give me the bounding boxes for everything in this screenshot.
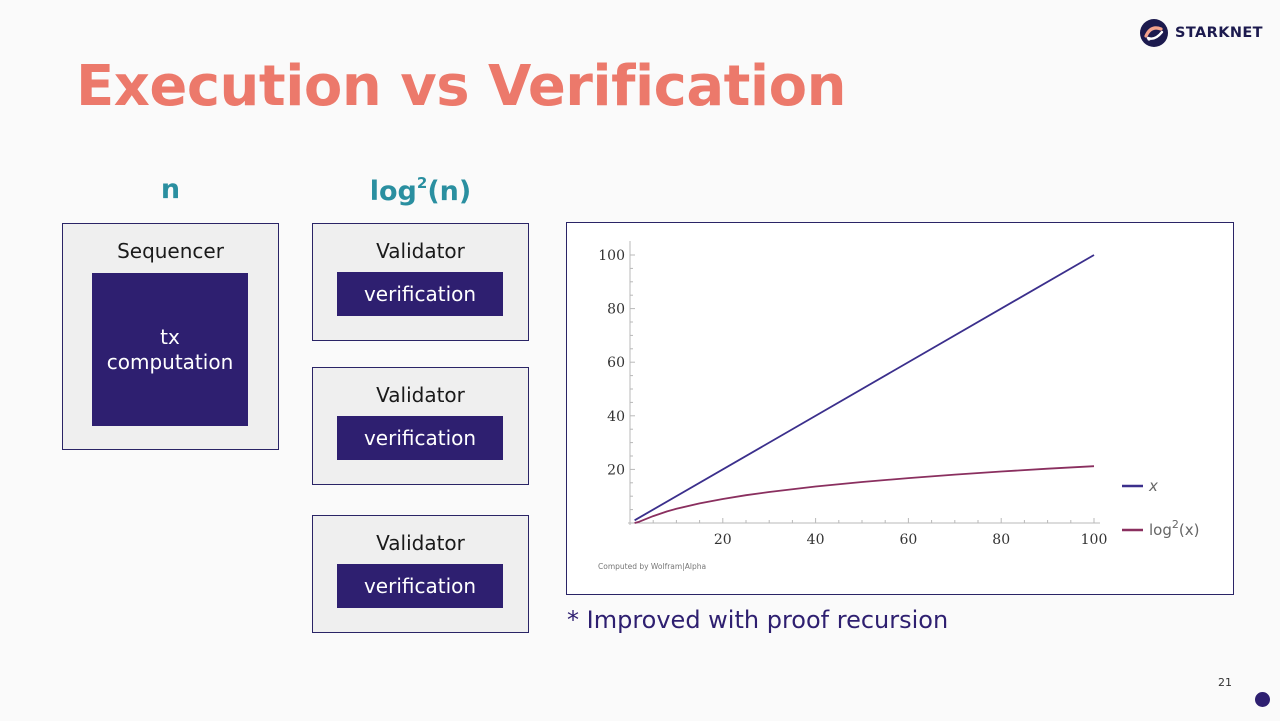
x-tick-label: 60 [899, 532, 917, 548]
x-tick-label: 100 [1081, 532, 1108, 548]
growth-chart-svg: 20 40 60 80 100 20 40 60 80 100 x log2(x) Computed b… [598, 241, 1199, 571]
legend-label-base: log [1149, 521, 1172, 539]
legend-label-exponent: 2 [1172, 518, 1179, 531]
legend-label: log2(x) [1149, 518, 1199, 539]
y-tick-label: 100 [598, 248, 625, 264]
x-tick-label: 80 [992, 532, 1010, 548]
validator-card: Validator verification [312, 223, 529, 341]
validator-card: Validator verification [312, 515, 529, 633]
y-tick-label: 80 [607, 302, 625, 318]
slide-title: Execution vs Verification [76, 54, 846, 119]
validator-label: Validator [376, 531, 465, 555]
series-line-log2x [634, 465, 1095, 524]
verification-block: verification [337, 564, 503, 608]
y-tick-label: 60 [607, 355, 625, 371]
growth-chart: 20 40 60 80 100 20 40 60 80 100 x log2(x) Computed b… [566, 222, 1234, 595]
footnote: * Improved with proof recursion [567, 606, 949, 634]
verification-block: verification [337, 416, 503, 460]
legend-label: x [1148, 477, 1158, 495]
brand-name: STARKNET [1175, 25, 1263, 41]
heading-base: log [369, 176, 417, 207]
tx-computation-block: tx computation [92, 273, 248, 426]
tx-line: tx [160, 324, 180, 349]
verification-heading: log2(n) [312, 174, 529, 207]
sequencer-card: Sequencer tx computation [62, 223, 279, 450]
verification-block: verification [337, 272, 503, 316]
execution-heading: n [160, 174, 181, 205]
y-tick-label: 20 [607, 462, 625, 478]
y-tick-label: 40 [607, 409, 625, 425]
validator-label: Validator [376, 383, 465, 407]
starknet-logo: STARKNET [1140, 19, 1263, 47]
series-line-x [634, 254, 1095, 522]
validator-label: Validator [376, 239, 465, 263]
x-tick-label: 20 [714, 532, 732, 548]
chart-credit: Computed by Wolfram|Alpha [598, 562, 706, 571]
corner-dot [1255, 692, 1270, 707]
x-tick-label: 40 [807, 532, 825, 548]
computation-line: computation [106, 349, 234, 374]
sequencer-label: Sequencer [117, 239, 224, 263]
page-number: 21 [1218, 676, 1232, 689]
starknet-logo-icon [1140, 19, 1168, 47]
validator-card: Validator verification [312, 367, 529, 485]
heading-exponent: 2 [416, 174, 428, 192]
legend-label-arg: (x) [1179, 521, 1200, 539]
legend-label-base: x [1148, 477, 1158, 495]
heading-arg: (n) [427, 176, 472, 207]
